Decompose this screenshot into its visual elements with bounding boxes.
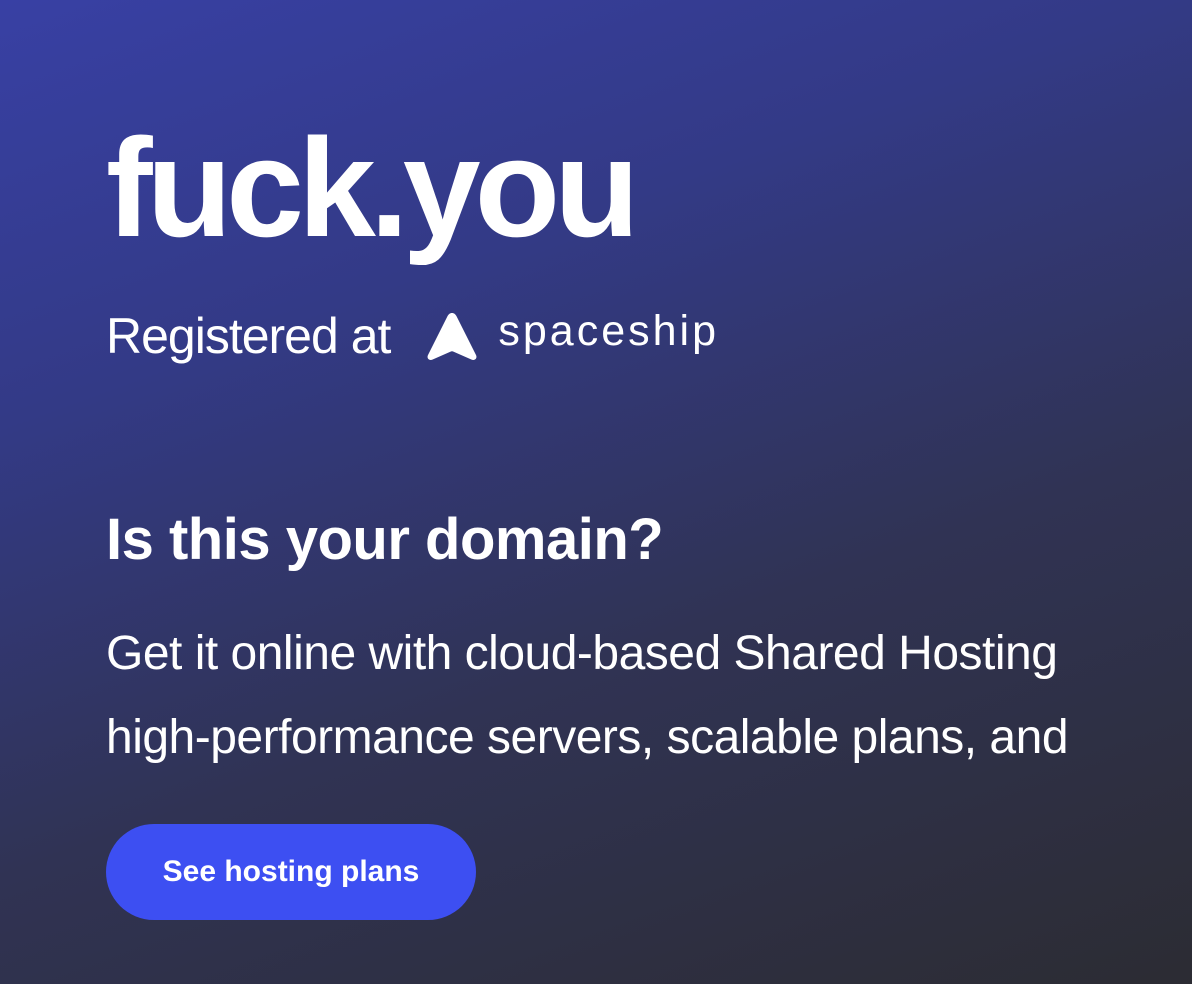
hosting-pitch: Get it online with cloud-based Shared Ho…	[106, 612, 1192, 780]
spaceship-triangle-icon	[427, 313, 477, 360]
registered-at-label: Registered at	[106, 308, 391, 364]
spaceship-wordmark: spaceship	[498, 306, 720, 355]
domain-ownership-question: Is this your domain?	[106, 507, 664, 572]
hosting-pitch-line-1: Get it online with cloud-based Shared Ho…	[106, 627, 1058, 680]
parked-domain-page: fuck.you Registered at spaceship Is this…	[106, 0, 1192, 984]
hosting-pitch-line-2: high-performance servers, scalable plans…	[106, 711, 1069, 764]
spaceship-logo-link[interactable]: spaceship	[424, 306, 720, 362]
registrar-line: Registered at spaceship	[106, 306, 720, 365]
domain-name-title: fuck.you	[106, 109, 640, 266]
see-hosting-plans-button[interactable]: See hosting plans	[106, 824, 476, 920]
